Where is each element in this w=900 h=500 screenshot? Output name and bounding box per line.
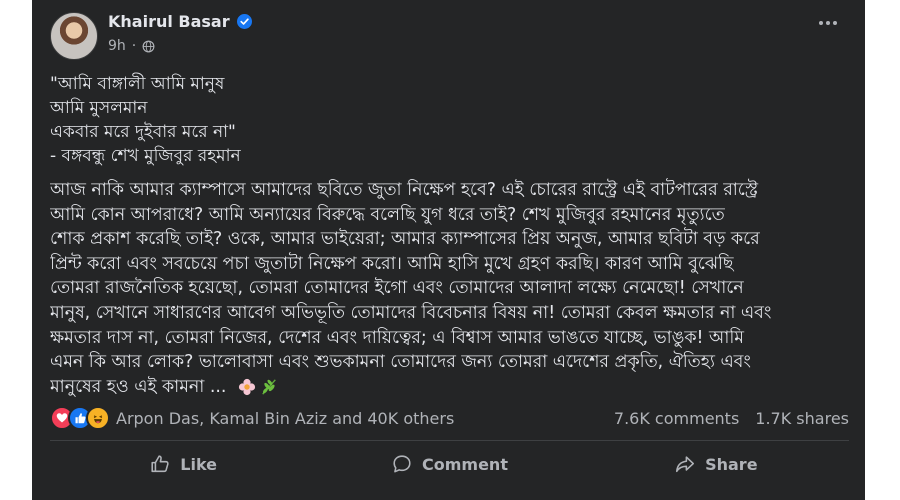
comment-icon (393, 455, 411, 473)
body-line-last: মানুষের হও এই কামনা ... (50, 375, 850, 400)
post-card: Khairul Basar 9h · "আমি বাঙ্গালী আমি মান… (32, 0, 865, 500)
comment-button[interactable]: Comment (316, 446, 582, 482)
reactions-names[interactable]: Arpon Das, Kamal Bin Aziz and 40K others (116, 409, 454, 428)
post-time[interactable]: 9h (108, 38, 126, 54)
comments-count[interactable]: 7.6K comments (614, 409, 739, 428)
herb-icon (262, 379, 276, 395)
post-quote: "আমি বাঙ্গালী আমি মানুষ আমি মুসলমান একবা… (50, 72, 840, 168)
comment-label: Comment (422, 454, 508, 474)
body-line: আমি কোন আপরাধে? আমি অন্যায়ের বিরুদ্ধে ব… (50, 204, 725, 225)
post-body: আজ নাকি আমার ক্যাম্পাসে আমাদের ছবিতে জুত… (50, 178, 850, 399)
haha-reaction-icon (86, 406, 110, 430)
engagement-counts: 7.6K comments 1.7K shares (614, 409, 849, 428)
quote-line: - বঙ্গবন্ধু শেখ মুজিবুর রহমান (50, 146, 241, 166)
reactions-summary: Arpon Das, Kamal Bin Aziz and 40K others… (50, 406, 849, 430)
like-button[interactable]: Like (50, 446, 316, 482)
quote-line: একবার মরে দুইবার মরে না" (50, 122, 236, 142)
like-label: Like (180, 454, 218, 474)
author-name[interactable]: Khairul Basar (108, 12, 230, 31)
body-line: ক্ষমতার দাস না, তোমরা নিজের, দেশের এবং দ… (50, 327, 744, 348)
body-line: শোক প্রকাশ করেছি তাই? ওকে, আমার ভাইয়েরা… (50, 229, 760, 250)
body-line: মানুষ, সেখানে সাধারণের আবেগ অভিভূতি তোমা… (50, 302, 772, 323)
flower-icon (238, 378, 256, 395)
author-avatar[interactable] (50, 12, 98, 60)
post-meta: 9h · (108, 38, 155, 54)
body-line: তোমরা রাজনৈতিক হয়েছো, তোমরা তোমাদের ইগো… (50, 278, 744, 299)
more-options-icon[interactable] (815, 14, 841, 32)
body-line: আজ নাকি আমার ক্যাম্পাসে আমাদের ছবিতে জুত… (50, 180, 758, 200)
actions-divider (50, 440, 849, 441)
globe-icon[interactable] (142, 40, 155, 53)
post-actions: Like Comment Share (50, 446, 849, 482)
body-line: এমন কি আর লোক? ভালোবাসা এবং শুভকামনা তোম… (50, 352, 751, 373)
body-line: প্রিন্ট করো এবং সবচেয়ে পচা জুতাটা নিক্ষ… (50, 253, 734, 274)
meta-separator: · (131, 38, 137, 54)
share-button[interactable]: Share (583, 446, 849, 482)
reaction-icons[interactable] (50, 406, 110, 430)
post-header: Khairul Basar (108, 12, 252, 31)
quote-line: আমি মুসলমান (50, 98, 148, 118)
body-line: মানুষের হও এই কামনা ... (50, 376, 227, 397)
quote-line: "আমি বাঙ্গালী আমি মানুষ (50, 74, 225, 94)
emoji-group (238, 378, 278, 396)
share-icon (676, 456, 695, 473)
share-label: Share (705, 454, 758, 474)
like-icon (151, 455, 169, 473)
verified-badge-icon (236, 14, 252, 29)
shares-count[interactable]: 1.7K shares (755, 409, 849, 428)
